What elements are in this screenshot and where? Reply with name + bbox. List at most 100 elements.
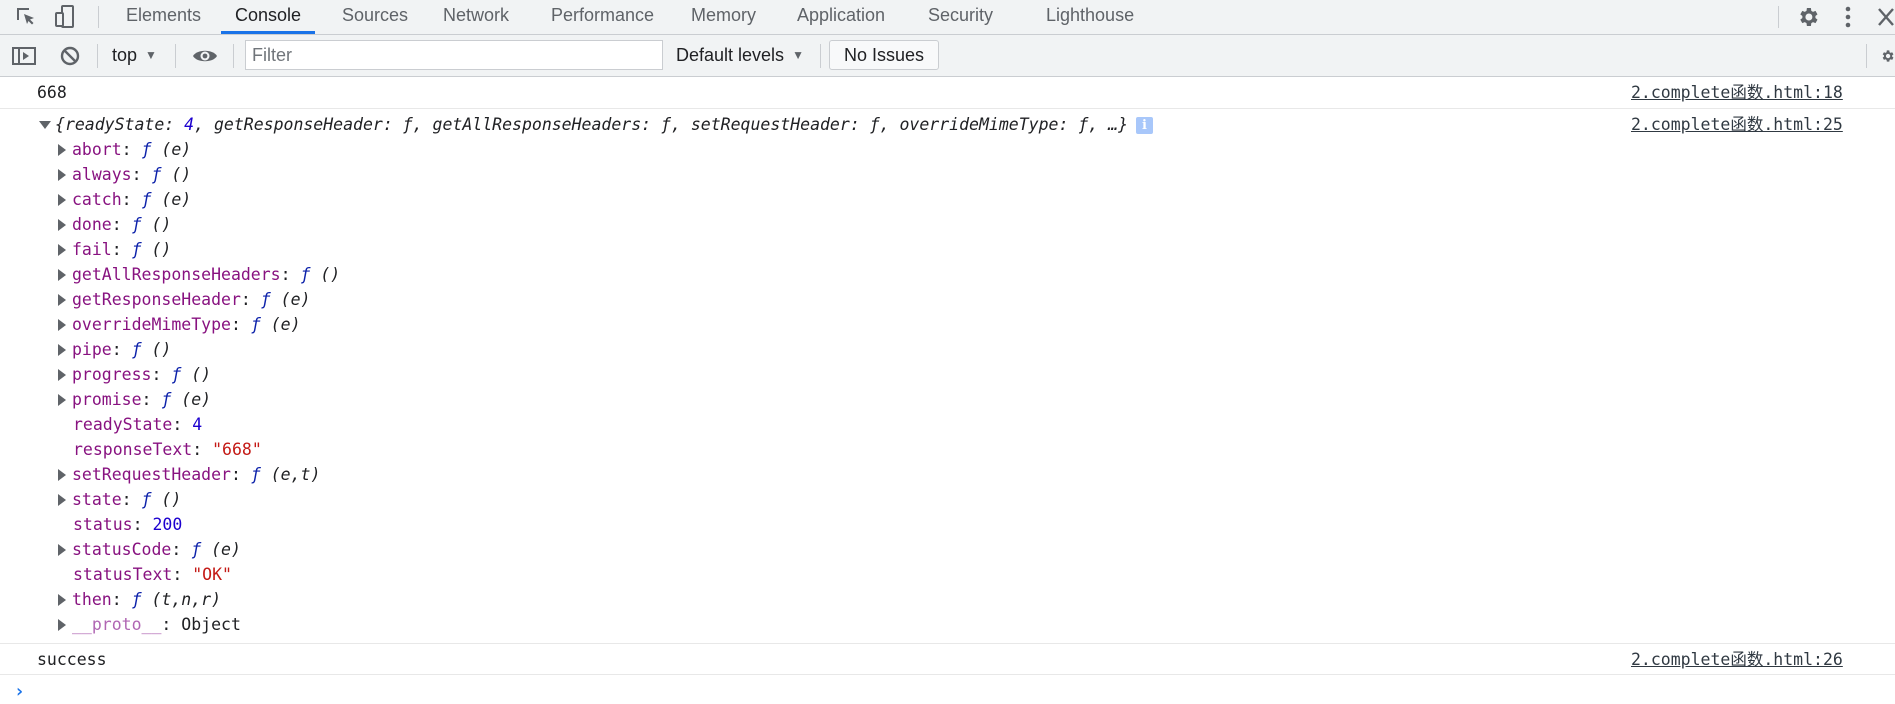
property-row[interactable]: state: ƒ ()	[58, 487, 181, 512]
expand-triangle-icon[interactable]	[58, 494, 66, 506]
toolbar-divider-2	[175, 44, 176, 68]
property-key: state	[72, 490, 122, 509]
tab-performance[interactable]: Performance	[551, 0, 654, 34]
context-label: top	[112, 45, 138, 65]
function-args: (e)	[270, 315, 301, 334]
sidebar-toggle-icon[interactable]	[10, 35, 38, 76]
info-icon[interactable]: i	[1136, 117, 1154, 134]
expand-triangle-icon[interactable]	[58, 269, 66, 281]
expand-triangle-icon[interactable]	[58, 469, 66, 481]
property-row[interactable]: abort: ƒ (e)	[58, 137, 191, 162]
tab-memory[interactable]: Memory	[691, 0, 756, 34]
live-expression-eye-icon[interactable]	[190, 35, 220, 76]
expand-triangle-icon[interactable]	[58, 319, 66, 331]
function-marker: ƒ	[260, 290, 271, 309]
property-row[interactable]: always: ƒ ()	[58, 162, 191, 187]
expand-triangle-icon[interactable]	[58, 394, 66, 406]
property-value: Object	[181, 615, 241, 634]
function-args: (e,t)	[270, 465, 321, 484]
property-row[interactable]: getAllResponseHeaders: ƒ ()	[58, 262, 340, 287]
brace: {	[55, 115, 65, 134]
function-marker: ƒ	[141, 190, 152, 209]
property-value: "OK"	[192, 565, 232, 584]
device-toolbar-icon[interactable]	[52, 0, 80, 34]
expand-triangle-icon[interactable]	[58, 169, 66, 181]
property-key: getResponseHeader	[72, 290, 241, 309]
property-row[interactable]: fail: ƒ ()	[58, 237, 171, 262]
property-row[interactable]: done: ƒ ()	[58, 212, 171, 237]
expand-triangle-icon[interactable]	[58, 244, 66, 256]
property-row[interactable]: pipe: ƒ ()	[58, 337, 171, 362]
console-prompt[interactable]: ›	[14, 681, 25, 702]
issues-button[interactable]: No Issues	[829, 40, 940, 70]
clear-console-icon[interactable]	[56, 35, 84, 76]
expand-triangle-icon[interactable]	[58, 344, 66, 356]
expand-triangle-icon[interactable]	[58, 219, 66, 231]
source-link[interactable]: 2.complete函数.html:25	[1631, 112, 1843, 137]
expand-triangle-icon[interactable]	[58, 594, 66, 606]
expand-triangle-icon[interactable]	[58, 144, 66, 156]
expand-triangle-icon[interactable]	[58, 369, 66, 381]
close-icon[interactable]	[1877, 0, 1895, 34]
tab-sources[interactable]: Sources	[342, 0, 408, 34]
tab-security[interactable]: Security	[928, 0, 993, 34]
console-settings-gear-icon[interactable]	[1880, 35, 1895, 76]
object-summary[interactable]: {readyState: 4, getResponseHeader: ƒ, ge…	[39, 112, 1154, 137]
tab-network[interactable]: Network	[443, 0, 509, 34]
function-args: ()	[161, 490, 182, 509]
property-row[interactable]: progress: ƒ ()	[58, 362, 211, 387]
tab-elements[interactable]: Elements	[126, 0, 201, 34]
function-args: ()	[151, 240, 172, 259]
filter-input[interactable]	[245, 40, 663, 70]
log-levels-dropdown[interactable]: Default levels ▼	[676, 35, 804, 76]
function-args: (e)	[280, 290, 311, 309]
property-key: then	[72, 590, 112, 609]
property-row[interactable]: overrideMimeType: ƒ (e)	[58, 312, 301, 337]
function-marker: ƒ	[250, 465, 261, 484]
property-row[interactable]: __proto__: Object	[58, 612, 241, 637]
summary-fn: ƒ	[869, 115, 880, 134]
devtools-tab-bar: Elements Console Sources Network Perform…	[0, 0, 1895, 35]
property-key: fail	[72, 240, 112, 259]
chevron-down-icon: ▼	[145, 48, 157, 62]
console-message: success 2.complete函数.html:26	[0, 644, 1895, 675]
gear-icon[interactable]	[1794, 0, 1822, 34]
property-key: abort	[72, 140, 122, 159]
function-args: (t,n,r)	[151, 590, 222, 609]
property-key: responseText	[73, 440, 193, 459]
toolbar-divider-5	[1866, 44, 1867, 68]
property-row[interactable]: setRequestHeader: ƒ (e,t)	[58, 462, 320, 487]
expand-triangle-icon[interactable]	[58, 544, 66, 556]
property-key: getAllResponseHeaders	[72, 265, 281, 284]
property-key: promise	[72, 390, 142, 409]
context-selector[interactable]: top ▼	[112, 35, 157, 76]
chevron-down-icon: ▼	[792, 48, 804, 62]
property-row[interactable]: promise: ƒ (e)	[58, 387, 211, 412]
expand-triangle-icon[interactable]	[58, 194, 66, 206]
property-row[interactable]: catch: ƒ (e)	[58, 187, 191, 212]
summary-key: overrideMimeType	[899, 115, 1059, 134]
log-levels-label: Default levels	[676, 45, 785, 65]
inspect-element-icon[interactable]	[12, 0, 40, 34]
property-row[interactable]: then: ƒ (t,n,r)	[58, 587, 221, 612]
property-row[interactable]: getResponseHeader: ƒ (e)	[58, 287, 310, 312]
source-link[interactable]: 2.complete函数.html:26	[1631, 644, 1843, 675]
property-row[interactable]: statusCode: ƒ (e)	[58, 537, 241, 562]
expand-triangle-icon[interactable]	[58, 294, 66, 306]
function-args: ()	[191, 365, 212, 384]
summary-fn: ƒ	[1078, 115, 1089, 134]
function-args: ()	[151, 215, 172, 234]
function-marker: ƒ	[300, 265, 311, 284]
property-key: always	[72, 165, 132, 184]
function-args: ()	[320, 265, 341, 284]
tab-lighthouse[interactable]: Lighthouse	[1046, 0, 1134, 34]
kebab-menu-icon[interactable]	[1838, 0, 1858, 34]
expand-triangle-icon[interactable]	[58, 619, 66, 631]
tab-console[interactable]: Console	[221, 0, 316, 34]
property-key: status	[73, 515, 133, 534]
property-key: statusText	[73, 565, 173, 584]
tab-application[interactable]: Application	[797, 0, 885, 34]
expand-triangle-icon[interactable]	[39, 121, 51, 129]
source-link[interactable]: 2.complete函数.html:18	[1631, 77, 1843, 109]
property-key: statusCode	[72, 540, 172, 559]
